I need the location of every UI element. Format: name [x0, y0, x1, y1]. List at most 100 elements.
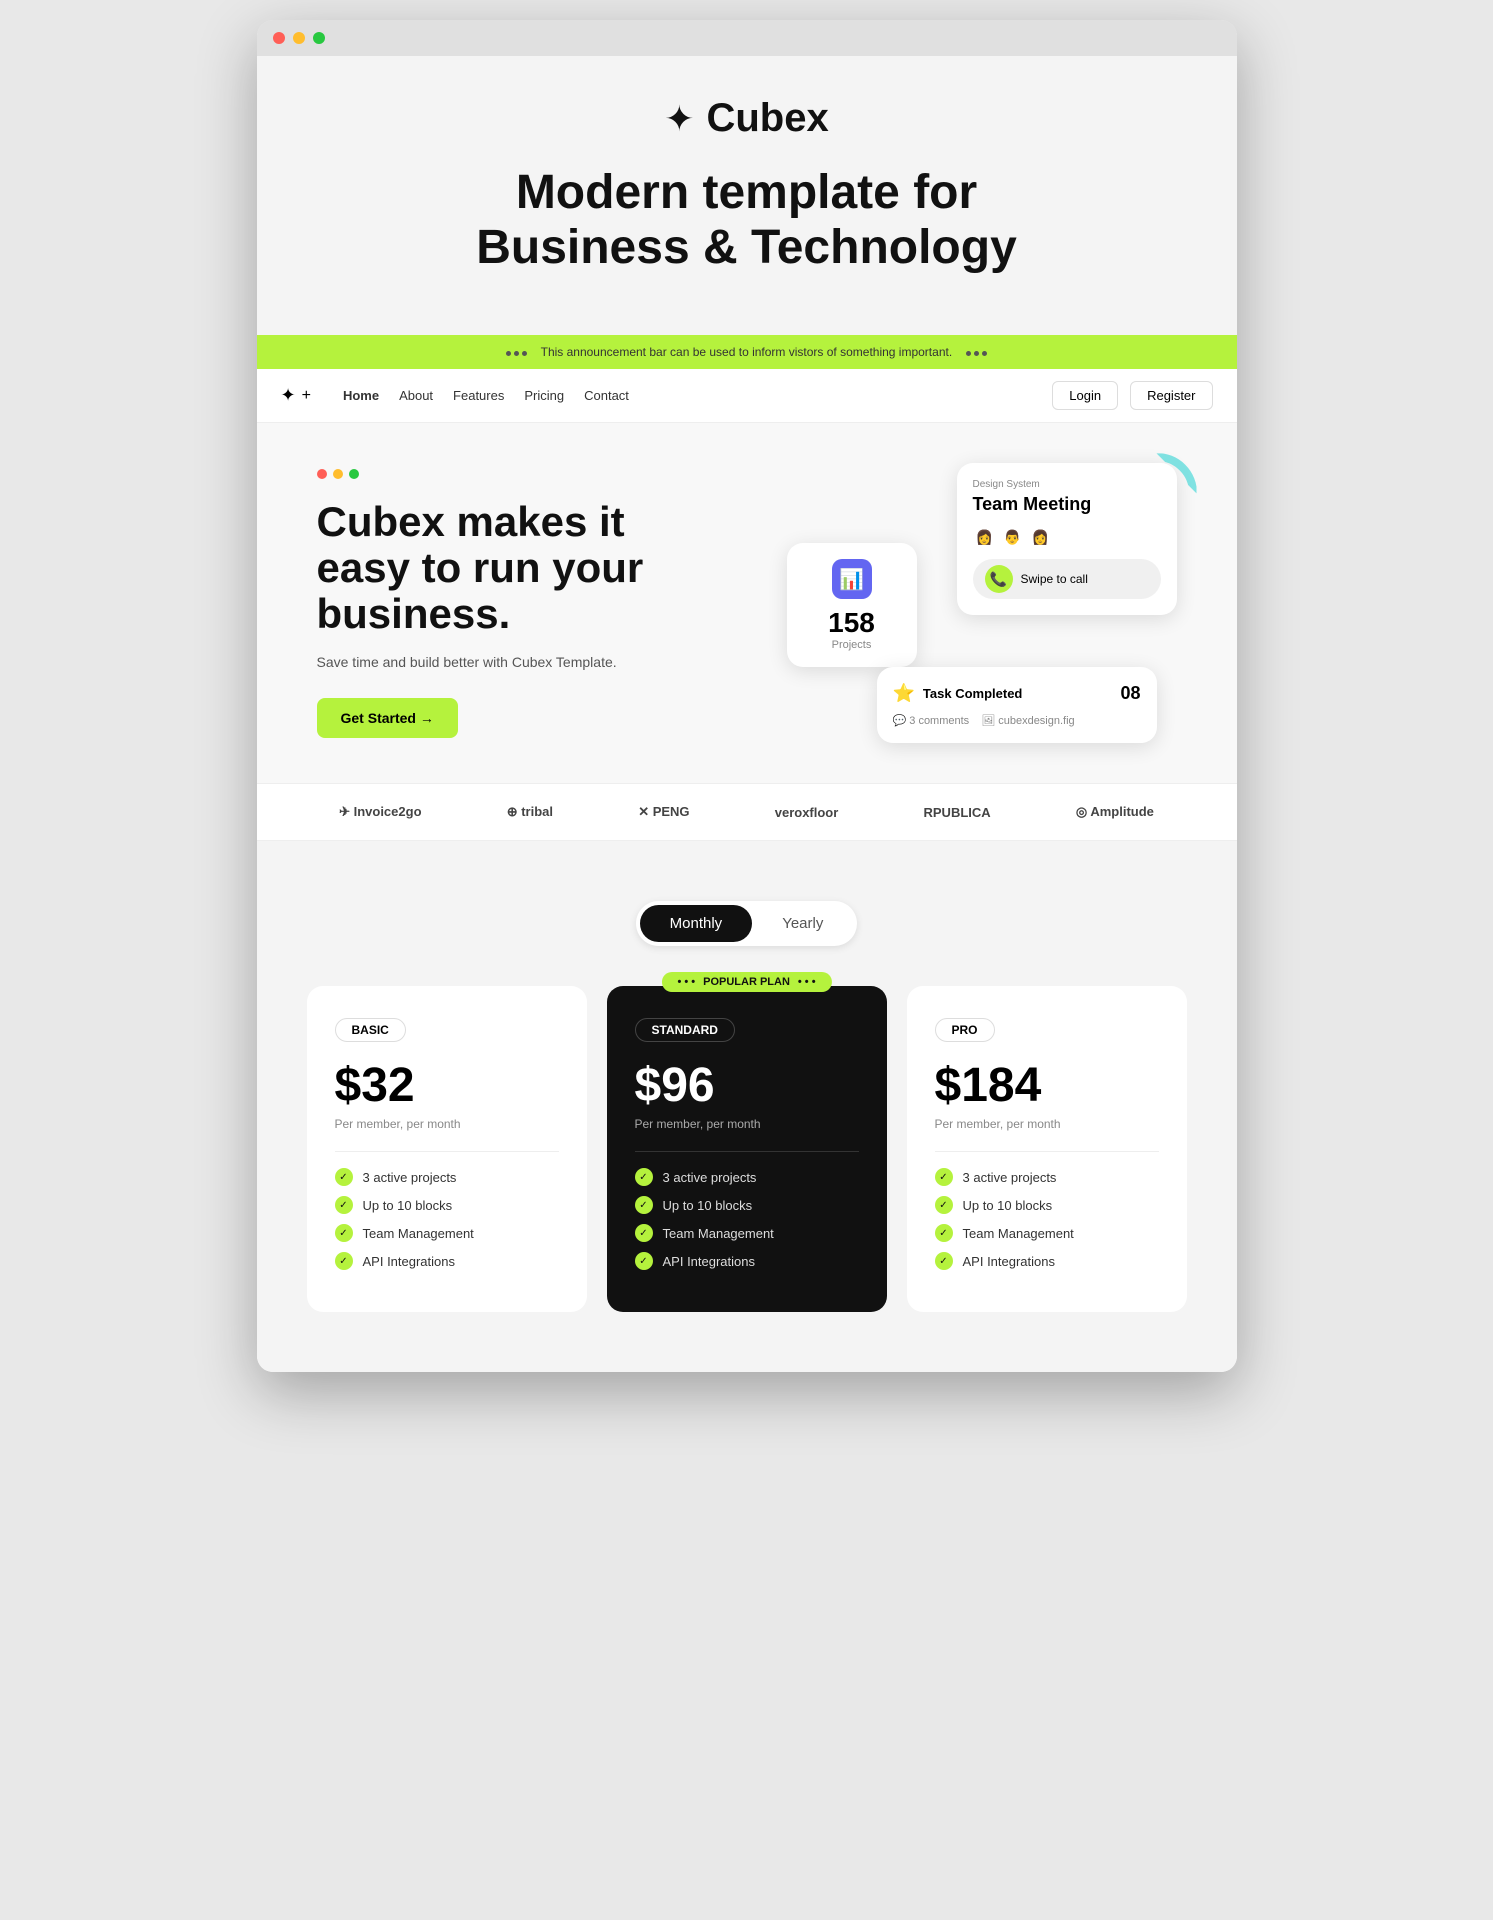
nav-features[interactable]: Features: [453, 388, 504, 403]
check-icon: ✓: [635, 1252, 653, 1270]
page-content: ✦ Cubex Modern template for Business & T…: [257, 56, 1237, 1372]
basic-features: ✓ 3 active projects ✓ Up to 10 blocks ✓ …: [335, 1168, 559, 1270]
basic-period: Per member, per month: [335, 1117, 559, 1131]
monthly-toggle[interactable]: Monthly: [640, 905, 753, 942]
basic-feature-4: ✓ API Integrations: [335, 1252, 559, 1270]
pro-pricing-card: PRO $184 Per member, per month ✓ 3 activ…: [907, 986, 1187, 1312]
check-icon: ✓: [635, 1196, 653, 1214]
standard-features: ✓ 3 active projects ✓ Up to 10 blocks ✓ …: [635, 1168, 859, 1270]
ann-dot: [514, 351, 519, 356]
close-icon[interactable]: [273, 32, 285, 44]
get-started-button[interactable]: Get Started →: [317, 698, 458, 738]
hero-left: Cubex makes it easy to run your business…: [317, 469, 727, 738]
dot-yellow: [333, 469, 343, 479]
browser-toolbar: [257, 20, 1237, 56]
pro-feature-4: ✓ API Integrations: [935, 1252, 1159, 1270]
standard-price: $96: [635, 1058, 859, 1113]
pricing-cards: BASIC $32 Per member, per month ✓ 3 acti…: [297, 986, 1197, 1312]
nav-about[interactable]: About: [399, 388, 433, 403]
call-icon: 📞: [985, 565, 1013, 593]
logo-row: ✦ Cubex: [277, 96, 1217, 141]
basic-feature-2: ✓ Up to 10 blocks: [335, 1196, 559, 1214]
logo-text: Cubex: [706, 96, 828, 141]
pro-feature-1: ✓ 3 active projects: [935, 1168, 1159, 1186]
toggle-container: Monthly Yearly: [636, 901, 858, 946]
pricing-section: Monthly Yearly BASIC $32 Per member, per…: [257, 841, 1237, 1372]
check-icon: ✓: [935, 1168, 953, 1186]
pro-features: ✓ 3 active projects ✓ Up to 10 blocks ✓ …: [935, 1168, 1159, 1270]
window-dots: [317, 469, 727, 479]
stats-card: 📊 158 Projects: [787, 543, 917, 667]
ann-dot: [982, 351, 987, 356]
nav-contact[interactable]: Contact: [584, 388, 629, 403]
stats-label: Projects: [803, 639, 901, 651]
popular-plan-banner: • • • POPULAR PLAN • • •: [661, 972, 831, 992]
logo-icon: ✦: [664, 98, 694, 140]
design-system-label: Design System: [973, 479, 1161, 490]
ann-dot: [506, 351, 511, 356]
avatar-1: 👩: [973, 525, 997, 549]
standard-feature-4: ✓ API Integrations: [635, 1252, 859, 1270]
task-number: 08: [1120, 683, 1140, 704]
check-icon: ✓: [335, 1224, 353, 1242]
partner-invoice2go: ✈ Invoice2go: [339, 804, 421, 820]
basic-feature-1: ✓ 3 active projects: [335, 1168, 559, 1186]
swipe-to-call[interactable]: 📞 Swipe to call: [973, 559, 1161, 599]
partner-xpeng: ✕ PENG: [638, 804, 689, 820]
ann-dot: [974, 351, 979, 356]
hero-section: Cubex makes it easy to run your business…: [257, 423, 1237, 783]
partners-section: ✈ Invoice2go ⊕ tribal ✕ PENG veroxfloor …: [257, 783, 1237, 841]
nav-logo-icon: ✦: [281, 385, 296, 406]
nav-plus: +: [302, 387, 311, 405]
nav-actions: Login Register: [1052, 381, 1212, 410]
logo-section: ✦ Cubex Modern template for Business & T…: [257, 56, 1237, 335]
task-meta: 💬 3 comments 🖼 cubexdesign.fig: [893, 714, 1141, 727]
pro-price: $184: [935, 1058, 1159, 1113]
basic-pricing-card: BASIC $32 Per member, per month ✓ 3 acti…: [307, 986, 587, 1312]
task-row: ⭐ Task Completed 08: [893, 683, 1141, 704]
basic-price: $32: [335, 1058, 559, 1113]
pro-badge: PRO: [935, 1018, 995, 1042]
hero-title: Cubex makes it easy to run your business…: [317, 499, 727, 638]
check-icon: ✓: [635, 1224, 653, 1242]
announcement-text: This announcement bar can be used to inf…: [541, 345, 953, 359]
login-button[interactable]: Login: [1052, 381, 1118, 410]
figma-label: 🖼 cubexdesign.fig: [981, 714, 1074, 727]
maximize-icon[interactable]: [313, 32, 325, 44]
avatar-3: 👩: [1029, 525, 1053, 549]
pricing-toggle: Monthly Yearly: [297, 901, 1197, 946]
nav-home[interactable]: Home: [343, 388, 379, 403]
dot-red: [317, 469, 327, 479]
register-button[interactable]: Register: [1130, 381, 1212, 410]
minimize-icon[interactable]: [293, 32, 305, 44]
partner-rpublica: RPUBLICA: [924, 805, 991, 820]
ann-dot: [966, 351, 971, 356]
yearly-toggle[interactable]: Yearly: [752, 905, 853, 942]
check-icon: ✓: [935, 1224, 953, 1242]
partner-verox: veroxfloor: [775, 805, 839, 820]
partner-tribal: ⊕ tribal: [507, 804, 553, 820]
team-meeting-title: Team Meeting: [973, 494, 1161, 515]
check-icon: ✓: [335, 1168, 353, 1186]
check-icon: ✓: [935, 1196, 953, 1214]
nav-logo: ✦ +: [281, 385, 311, 406]
task-icon: ⭐: [893, 683, 915, 704]
dot-green: [349, 469, 359, 479]
avatar-row: 👩 👨 👩: [973, 525, 1161, 549]
standard-feature-3: ✓ Team Management: [635, 1224, 859, 1242]
teal-swirl: [1117, 453, 1197, 533]
pro-feature-3: ✓ Team Management: [935, 1224, 1159, 1242]
ann-dot: [522, 351, 527, 356]
basic-feature-3: ✓ Team Management: [335, 1224, 559, 1242]
standard-pricing-card: • • • POPULAR PLAN • • • STANDARD $96 Pe…: [607, 986, 887, 1312]
team-meeting-card: Design System Team Meeting 👩 👨 👩 📞 Swipe…: [957, 463, 1177, 615]
task-card: ⭐ Task Completed 08 💬 3 comments 🖼 cubex…: [877, 667, 1157, 743]
hero-right: Design System Team Meeting 👩 👨 👩 📞 Swipe…: [767, 463, 1177, 743]
avatar-2: 👨: [1001, 525, 1025, 549]
swipe-to-call-label: Swipe to call: [1021, 572, 1088, 586]
stats-icon: 📊: [832, 559, 872, 599]
pro-period: Per member, per month: [935, 1117, 1159, 1131]
nav-pricing[interactable]: Pricing: [524, 388, 564, 403]
check-icon: ✓: [935, 1252, 953, 1270]
check-icon: ✓: [335, 1196, 353, 1214]
